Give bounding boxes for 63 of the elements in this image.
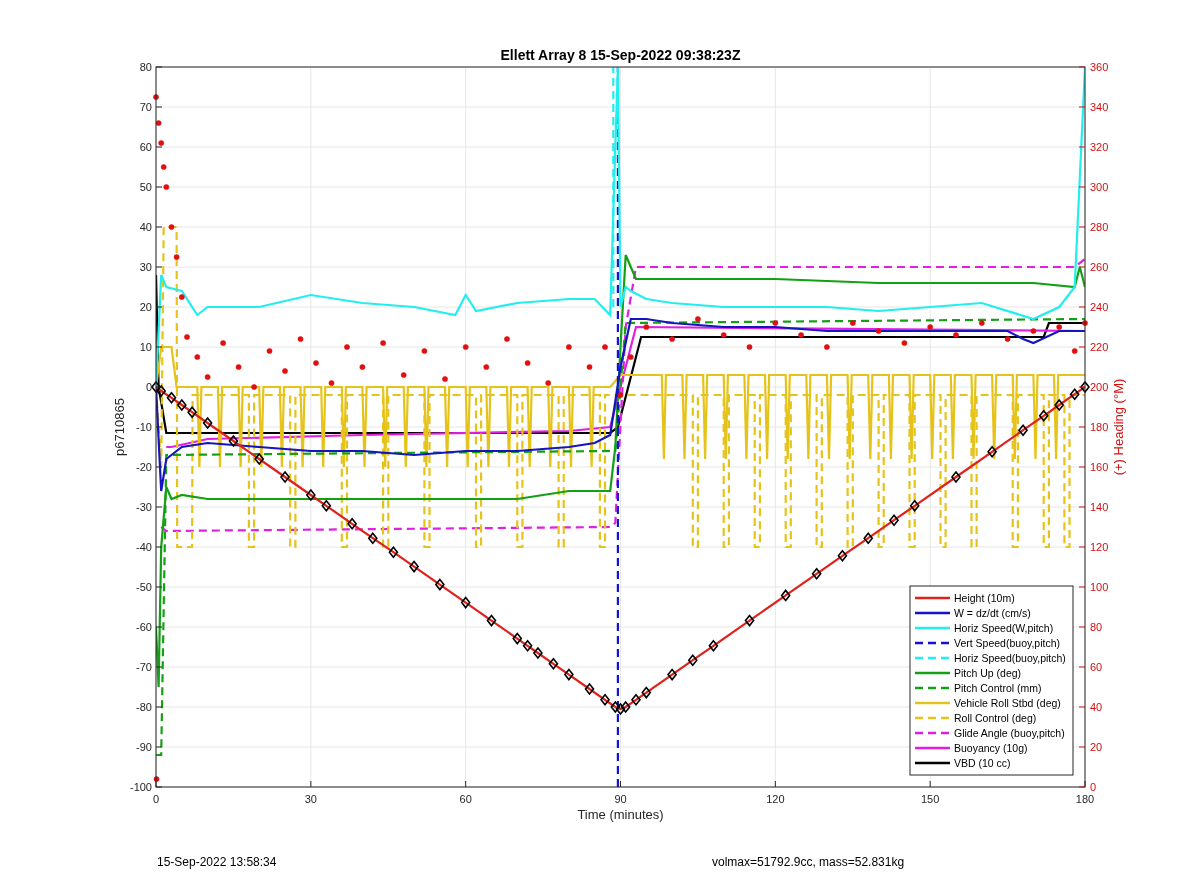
tick-label: 50 [139,181,152,193]
tick-label: -100 [129,781,152,793]
tick-label: 0 [152,793,160,805]
tick-label: 180 [1090,421,1109,433]
axis-title: Time (minutes) [577,807,664,822]
legend-label: W = dz/dt (cm/s) [954,607,1031,619]
legend-label: Buoyancy (10g) [954,742,1028,754]
tick-label: 30 [139,261,152,273]
tick-label: -80 [136,701,152,713]
tick-label: 300 [1090,181,1109,193]
tick-label: 180 [1075,793,1095,805]
chart-title: Ellett Array 8 15-Sep-2022 09:38:23Z [500,47,741,63]
legend-label: Vehicle Roll Stbd (deg) [954,697,1061,709]
tick-label: 0 [1090,781,1097,793]
tick-label: 320 [1090,141,1109,153]
legend-label: Pitch Control (mm) [954,682,1042,694]
axis-title: p6710865 [112,398,127,456]
tick-label: 40 [1090,701,1103,713]
legend-label: Glide Angle (buoy,pitch) [954,727,1065,739]
legend-label: Horiz Speed(W,pitch) [954,622,1054,634]
tick-label: 30 [304,793,317,805]
tick-label: -70 [136,661,152,673]
legend-label: Vert Speed(buoy,pitch) [954,637,1061,649]
tick-label: 80 [1090,621,1103,633]
tick-label: 360 [1090,61,1109,73]
tick-label: 20 [1090,741,1103,753]
tick-label: 60 [1090,661,1103,673]
axis-title: (+) Heading (°M) [1111,378,1126,476]
tick-label: 20 [139,301,152,313]
tick-label: 120 [1090,541,1109,553]
summary-text: volmax=51792.9cc, mass=52.831kg [712,854,905,871]
timestamp-text: 15-Sep-2022 13:58:34 [157,854,278,871]
tick-label: -20 [136,461,152,473]
tick-label: 280 [1090,221,1109,233]
tick-label: 70 [139,101,152,113]
tick-label: 0 [145,381,152,393]
legend-label: Horiz Speed(buoy,pitch) [954,652,1066,664]
tick-label: 120 [766,793,785,805]
tick-label: -10 [136,421,152,433]
tick-label: -30 [136,501,152,513]
tick-label: 60 [139,141,152,153]
tick-label: 220 [1090,341,1109,353]
tick-label: 150 [921,793,940,805]
legend-label: Roll Control (deg) [954,712,1037,724]
tick-label: -40 [136,541,152,553]
tick-label: -60 [136,621,152,633]
tick-label: -90 [136,741,152,753]
tick-label: 260 [1090,261,1109,273]
tick-label: 100 [1090,581,1109,593]
legend-label: Pitch Up (deg) [954,667,1022,679]
tick-label: 340 [1090,101,1109,113]
tick-label: 160 [1090,461,1109,473]
legend-label: Height (10m) [954,592,1015,604]
tick-label: 200 [1090,381,1109,393]
legend-label: VBD (10 cc) [954,757,1011,769]
tick-label: 60 [459,793,472,805]
tick-label: 90 [614,793,627,805]
tick-label: 10 [139,341,152,353]
tick-label: 40 [139,221,152,233]
tick-label: 140 [1090,501,1109,513]
tick-label: 240 [1090,301,1109,313]
tick-label: -50 [136,581,152,593]
tick-label: 80 [139,61,152,73]
